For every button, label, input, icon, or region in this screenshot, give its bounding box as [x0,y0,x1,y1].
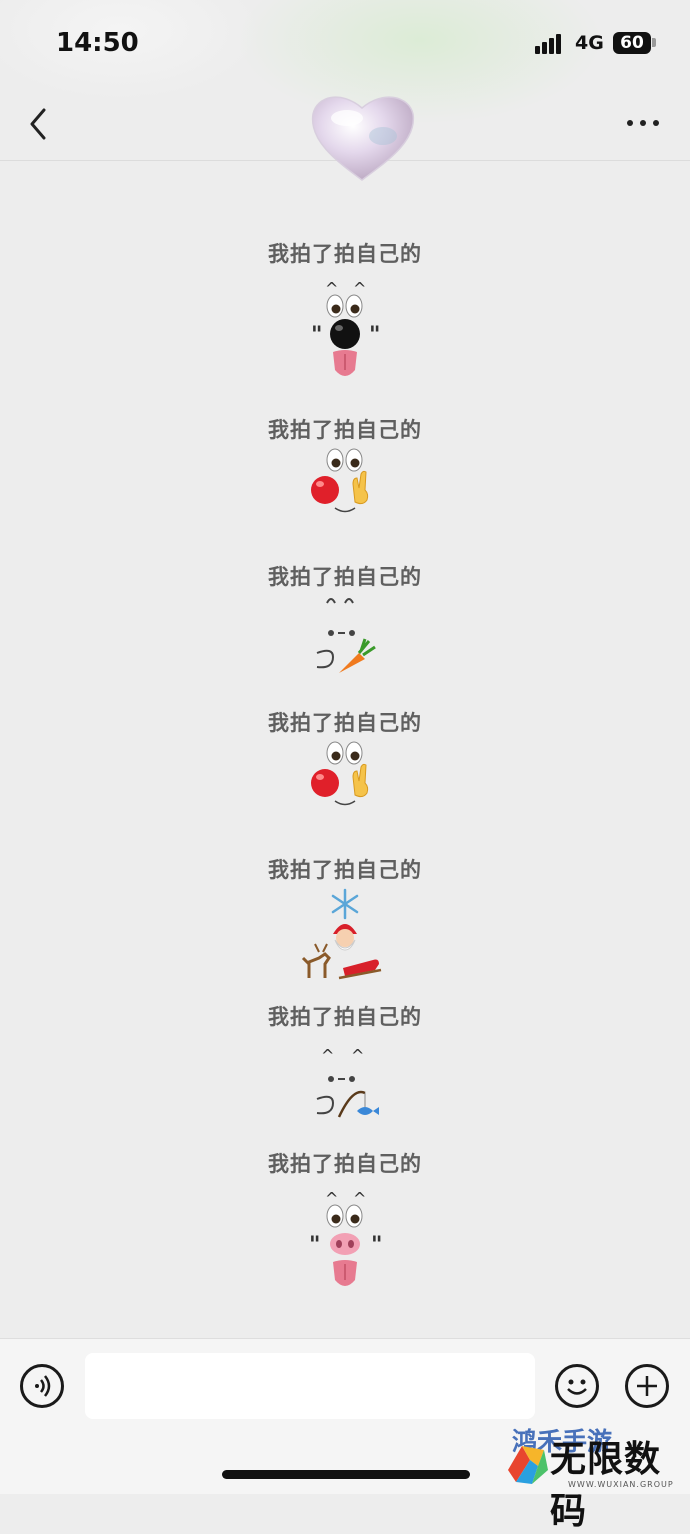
message-text: 我拍了拍自己的 [268,711,422,735]
back-chevron-icon[interactable] [22,104,58,144]
pat-message: 我拍了拍自己的 ^ ^ " " [0,1148,690,1300]
plus-icon[interactable] [625,1364,669,1408]
message-text: 我拍了拍自己的 [268,418,422,442]
network-label: 4G [575,32,604,54]
clown-peace-emoji-art [311,741,369,806]
svg-text:": " [369,323,380,348]
message-text: 我拍了拍自己的 [268,565,422,589]
status-time: 14:50 [56,28,139,58]
emoji-icon[interactable] [555,1364,599,1408]
message-input[interactable] [85,1353,535,1419]
battery-icon: 60 [613,32,651,54]
heart-icon[interactable] [305,88,420,188]
pat-message: 我拍了拍自己的 ^ ^ [0,1001,690,1125]
status-bar: 14:50 4G 60 [0,0,690,88]
santa-sleigh-emoji-art [301,888,382,980]
bunny-fishing-emoji-art: ^ ^ [316,1046,379,1118]
signal-icon [535,34,567,54]
svg-text:": " [309,1233,320,1258]
message-text: 我拍了拍自己的 [268,1152,422,1176]
pat-message: 我拍了拍自己的 [0,561,690,685]
watermark-logo-icon [508,1446,548,1484]
clown-peace-emoji-art [311,448,369,513]
pat-message: 我拍了拍自己的 [0,414,690,538]
message-text: 我拍了拍自己的 [268,858,422,882]
svg-text:^: ^ [321,1046,334,1065]
more-dots-icon[interactable] [622,108,666,138]
message-text: 我拍了拍自己的 [268,242,422,266]
svg-text:^: ^ [351,1046,364,1065]
watermark-sub-text: WWW.WUXIAN.GROUP [568,1480,674,1489]
pig-face-emoji-art: ^ ^ " " [309,1189,382,1286]
svg-text:": " [371,1233,382,1258]
pat-message: 我拍了拍自己的 ^ ^ " " [0,238,690,390]
pat-message: 我拍了拍自己的 [0,707,690,831]
dog-face-emoji-art: ^ ^ " " [311,279,380,376]
nav-bar [0,88,690,181]
voice-icon[interactable] [20,1364,64,1408]
home-indicator[interactable] [222,1470,470,1479]
watermark: 鸿禾手游 无限数码 WWW.WUXIAN.GROUP [490,1410,690,1532]
svg-text:": " [311,323,322,348]
pat-message: 我拍了拍自己的 [0,854,690,988]
bunny-carrot-emoji-art [316,598,376,673]
message-text: 我拍了拍自己的 [268,1005,422,1029]
battery-cap [652,38,656,47]
